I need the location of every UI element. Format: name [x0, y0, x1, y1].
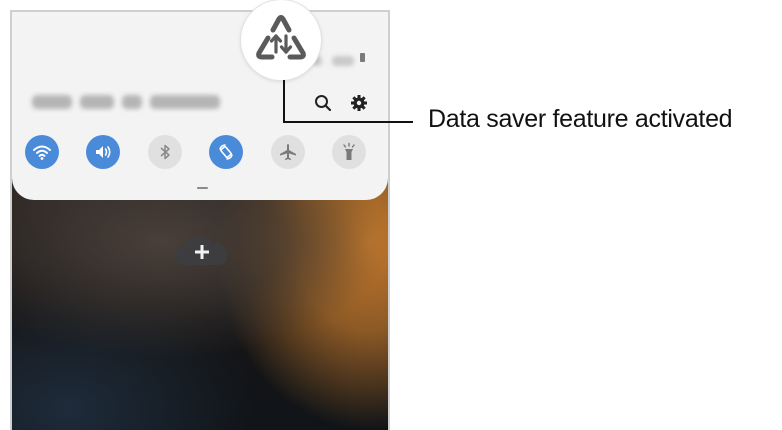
sound-toggle[interactable] — [86, 135, 120, 169]
flashlight-icon — [343, 142, 355, 160]
bluetooth-toggle[interactable] — [148, 135, 182, 169]
quick-panel — [12, 12, 388, 200]
callout-caption: Data saver feature activated — [428, 105, 733, 133]
zoom-callout — [241, 0, 321, 80]
phone-screen — [10, 10, 390, 430]
auto-rotate-toggle[interactable] — [209, 135, 243, 169]
wifi-toggle[interactable] — [25, 135, 59, 169]
date-time-blurred — [32, 93, 220, 111]
bluetooth-icon — [160, 144, 170, 160]
flashlight-toggle[interactable] — [332, 135, 366, 169]
callout-leader-line — [283, 80, 285, 123]
search-icon[interactable] — [312, 92, 334, 114]
airplane-icon — [280, 144, 296, 160]
gear-icon[interactable] — [348, 92, 370, 114]
sound-icon — [96, 146, 111, 158]
panel-drag-handle[interactable] — [197, 187, 208, 189]
plus-cloud-icon[interactable] — [174, 233, 230, 267]
airplane-mode-toggle[interactable] — [271, 135, 305, 169]
screenshot-stage: Data saver feature activated — [0, 0, 782, 430]
callout-leader-line — [283, 121, 413, 123]
wifi-icon — [33, 145, 51, 160]
data-saver-icon — [256, 15, 306, 60]
battery-icon — [360, 53, 365, 62]
auto-rotate-icon — [219, 144, 233, 160]
status-bar-blurred — [332, 56, 354, 66]
